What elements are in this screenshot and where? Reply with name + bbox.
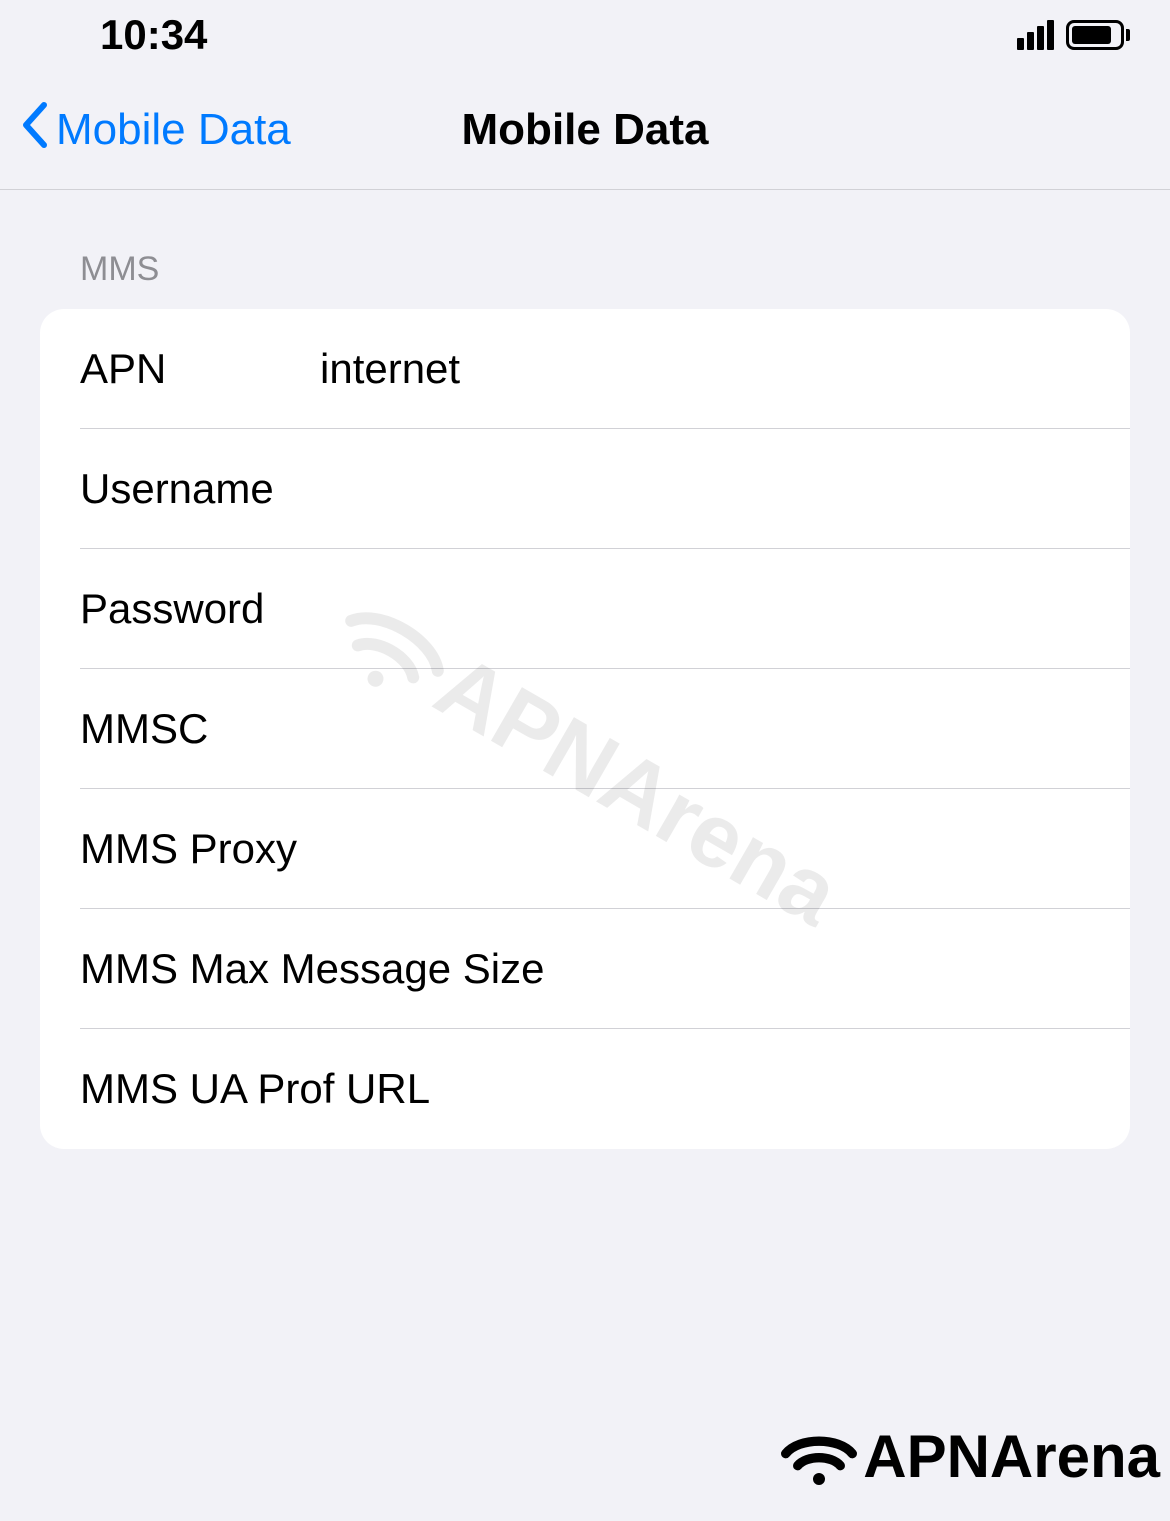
username-input[interactable] xyxy=(320,465,1090,513)
mms-ua-prof-row[interactable]: MMS UA Prof URL xyxy=(40,1029,1130,1149)
navigation-bar: Mobile Data Mobile Data xyxy=(0,70,1170,190)
section-header: MMS xyxy=(40,250,1130,309)
wifi-icon xyxy=(779,1427,859,1487)
page-title: Mobile Data xyxy=(462,105,709,155)
status-time: 10:34 xyxy=(100,11,207,59)
mms-ua-prof-label: MMS UA Prof URL xyxy=(80,1065,430,1113)
apn-label: APN xyxy=(80,345,320,393)
status-bar: 10:34 xyxy=(0,0,1170,70)
watermark-bottom: APNArena xyxy=(779,1422,1160,1491)
watermark-bottom-text: APNArena xyxy=(863,1422,1160,1491)
chevron-left-icon xyxy=(20,101,48,158)
mms-max-size-label: MMS Max Message Size xyxy=(80,945,544,993)
mms-max-size-input[interactable] xyxy=(544,945,1090,993)
mms-max-size-row[interactable]: MMS Max Message Size xyxy=(40,909,1130,1029)
back-button[interactable]: Mobile Data xyxy=(20,101,291,158)
mms-ua-prof-input[interactable] xyxy=(430,1065,1090,1113)
apn-row[interactable]: APN xyxy=(40,309,1130,429)
password-row[interactable]: Password xyxy=(40,549,1130,669)
mms-proxy-row[interactable]: MMS Proxy xyxy=(40,789,1130,909)
signal-icon xyxy=(1017,20,1054,50)
settings-group: APN Username Password MMSC MMS Proxy MMS… xyxy=(40,309,1130,1149)
username-label: Username xyxy=(80,465,320,513)
password-input[interactable] xyxy=(320,585,1090,633)
mms-proxy-label: MMS Proxy xyxy=(80,825,320,873)
back-label: Mobile Data xyxy=(56,105,291,155)
mmsc-label: MMSC xyxy=(80,705,320,753)
password-label: Password xyxy=(80,585,320,633)
mmsc-input[interactable] xyxy=(320,705,1090,753)
username-row[interactable]: Username xyxy=(40,429,1130,549)
mms-proxy-input[interactable] xyxy=(320,825,1090,873)
status-indicators xyxy=(1017,20,1130,50)
content-area: MMS APN Username Password MMSC MMS Proxy xyxy=(0,190,1170,1149)
battery-icon xyxy=(1066,20,1130,50)
mmsc-row[interactable]: MMSC xyxy=(40,669,1130,789)
apn-input[interactable] xyxy=(320,345,1090,393)
